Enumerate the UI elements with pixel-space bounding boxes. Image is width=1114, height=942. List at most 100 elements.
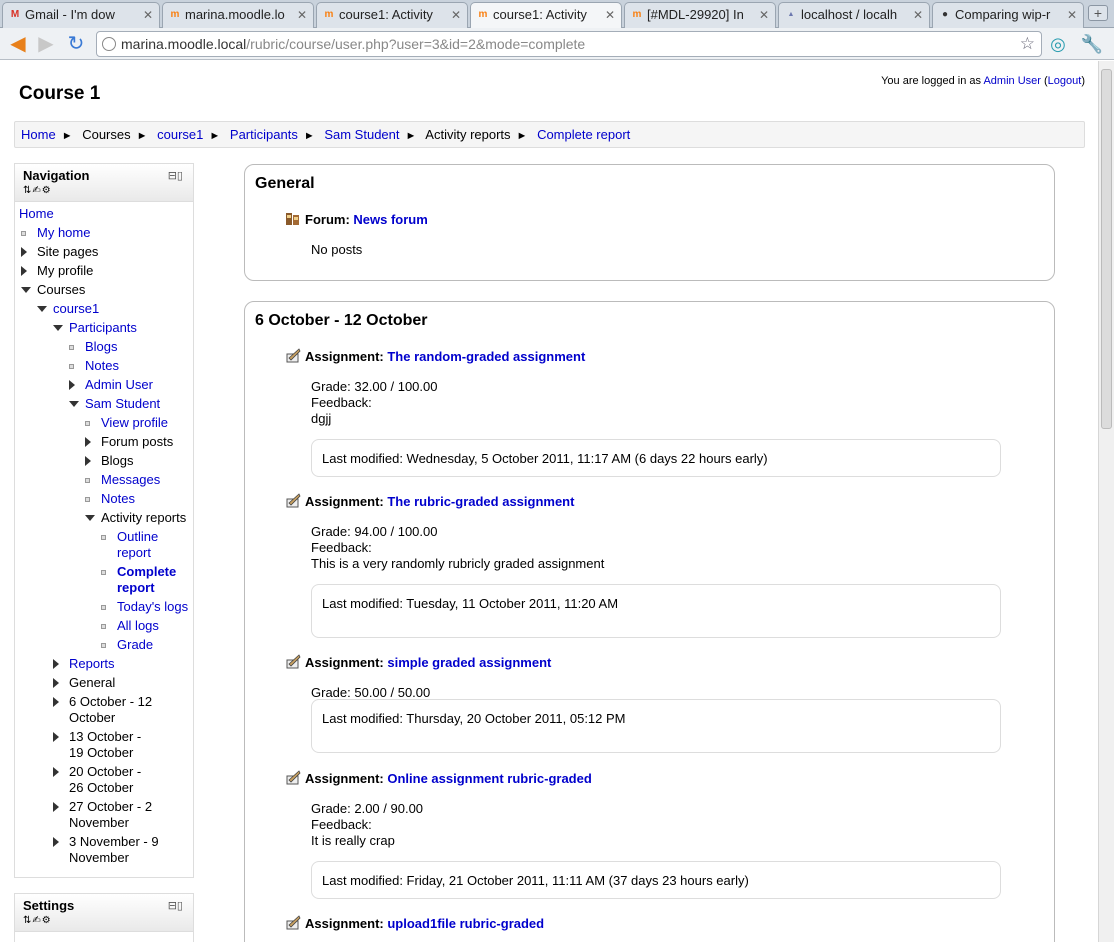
wrench-icon[interactable]: 🔧 (1080, 32, 1104, 56)
browser-tab[interactable]: ● Comparing wip-r ✕ (932, 2, 1084, 28)
activity-link[interactable]: News forum (353, 212, 427, 227)
close-icon[interactable]: ✕ (913, 3, 923, 27)
nav-item[interactable]: Notes (19, 358, 193, 374)
breadcrumb-participants[interactable]: Participants (230, 127, 298, 142)
forward-arrow-icon[interactable]: ▶ (34, 32, 58, 56)
last-modified-box: Last modified: Wednesday, 5 October 2011… (311, 439, 1001, 477)
close-icon[interactable]: ✕ (1067, 3, 1077, 27)
nav-item[interactable]: My home (19, 225, 193, 241)
tab-title: Gmail - I'm dow (25, 7, 115, 22)
bullet-icon (101, 624, 106, 629)
block-collapse-icon[interactable]: ⊟▯ (168, 899, 183, 912)
close-icon[interactable]: ✕ (605, 3, 615, 27)
nav-item[interactable]: Blogs (19, 453, 193, 469)
nav-item-label: 27 October - 2 November (69, 799, 153, 830)
tree-expanded-icon (69, 401, 79, 407)
activity-link[interactable]: simple graded assignment (387, 655, 551, 670)
nav-item[interactable]: Complete report (19, 564, 193, 596)
back-arrow-icon[interactable]: ◀ (6, 32, 30, 56)
page-viewport: You are logged in as Admin User (Logout)… (0, 61, 1098, 942)
nav-item[interactable]: Reports (19, 656, 193, 672)
activity-link[interactable]: upload1file rubric-graded (387, 916, 544, 931)
nav-item[interactable]: Outline report (19, 529, 193, 561)
nav-item-label: Today's logs (117, 599, 189, 614)
reload-icon[interactable]: ↻ (64, 32, 88, 56)
breadcrumb-course1[interactable]: course1 (157, 127, 203, 142)
nav-item[interactable]: Messages (19, 472, 193, 488)
block-move-icons[interactable]: ⇅✍⚙ (23, 915, 185, 926)
nav-item[interactable]: Courses (19, 282, 193, 298)
breadcrumb-complete-report[interactable]: Complete report (537, 127, 630, 142)
close-icon[interactable]: ✕ (297, 3, 307, 27)
nav-item[interactable]: Sam Student (19, 396, 193, 412)
address-bar[interactable]: marina.moodle.local/rubric/course/user.p… (96, 31, 1042, 57)
nav-item[interactable]: 27 October - 2 November (19, 799, 193, 831)
forum-icon (285, 211, 301, 227)
browser-tab[interactable]: m [#MDL-29920] In ✕ (624, 2, 776, 28)
nav-item[interactable]: Notes (19, 491, 193, 507)
bullet-icon (69, 364, 74, 369)
nav-item[interactable]: My profile (19, 263, 193, 279)
nav-item[interactable]: Forum posts (19, 434, 193, 450)
nav-item[interactable]: Blogs (19, 339, 193, 355)
assignment-icon (285, 493, 301, 509)
tree-collapsed-icon (53, 659, 59, 669)
browser-tab[interactable]: m marina.moodle.lo ✕ (162, 2, 314, 28)
user-link[interactable]: Admin User (983, 75, 1040, 87)
activity-link[interactable]: The random-graded assignment (387, 349, 585, 364)
tree-collapsed-icon (53, 732, 59, 742)
browser-tab-active[interactable]: m course1: Activity ✕ (470, 2, 622, 28)
bullet-icon (101, 570, 106, 575)
nav-item[interactable]: 20 October - 26 October (19, 764, 193, 796)
browser-tab[interactable]: ▲ localhost / localh ✕ (778, 2, 930, 28)
activity-link[interactable]: The rubric-graded assignment (387, 494, 574, 509)
url-host: marina.moodle.local (121, 36, 247, 52)
breadcrumb-home[interactable]: Home (21, 127, 56, 142)
block-collapse-icon[interactable]: ⊟▯ (168, 169, 183, 182)
nav-item[interactable]: Admin User (19, 377, 193, 393)
tree-expanded-icon (53, 325, 63, 331)
nav-item[interactable]: Participants (19, 320, 193, 336)
breadcrumb-separator: ► (136, 130, 148, 142)
nav-item-label: Sam Student (85, 396, 161, 411)
close-icon[interactable]: ✕ (759, 3, 769, 27)
nav-item[interactable]: Today's logs (19, 599, 193, 615)
close-icon[interactable]: ✕ (143, 3, 153, 27)
nav-item[interactable]: Home (19, 206, 193, 222)
assignment-icon (285, 654, 301, 670)
browser-tab[interactable]: M Gmail - I'm dow ✕ (2, 2, 160, 28)
navigation-tree: Home My home Site pages My profile Courses co… (15, 202, 193, 866)
breadcrumb-sam-student[interactable]: Sam Student (324, 127, 399, 142)
extension-icon[interactable]: ◎ (1046, 32, 1070, 56)
tree-expanded-icon (37, 306, 47, 312)
nav-item[interactable]: 3 November - 9 November (19, 834, 193, 866)
moodle-tracker-icon: m (632, 9, 642, 20)
vertical-scrollbar[interactable] (1098, 61, 1114, 942)
activity-assignment: Assignment: upload1file rubric-graded (285, 915, 544, 931)
nav-item[interactable]: All logs (19, 618, 193, 634)
nav-item-label: Notes (85, 358, 119, 373)
activity-link[interactable]: Online assignment rubric-graded (387, 771, 591, 786)
tree-expanded-icon (85, 515, 95, 521)
nav-item-label: Blogs (85, 339, 118, 354)
scrollbar-thumb[interactable] (1101, 69, 1112, 429)
logout-link[interactable]: Logout (1048, 75, 1082, 87)
browser-tab[interactable]: m course1: Activity ✕ (316, 2, 468, 28)
section-title: General (255, 175, 315, 192)
close-icon[interactable]: ✕ (451, 3, 461, 27)
nav-item[interactable]: View profile (19, 415, 193, 431)
new-tab-button[interactable]: + (1088, 5, 1108, 21)
nav-item[interactable]: Activity reports (19, 510, 193, 526)
nav-item[interactable]: 13 October - 19 October (19, 729, 193, 761)
nav-item-label: Outline report (117, 529, 159, 560)
nav-item[interactable]: Grade (19, 637, 193, 653)
nav-item[interactable]: Site pages (19, 244, 193, 260)
bookmark-star-icon[interactable]: ☆ (1020, 32, 1035, 56)
nav-item-label: General (69, 675, 116, 690)
nav-item[interactable]: course1 (19, 301, 193, 317)
block-move-icons[interactable]: ⇅✍⚙ (23, 185, 185, 196)
nav-item-label: My profile (37, 263, 94, 278)
nav-item[interactable]: General (19, 675, 193, 691)
settings-block: Settings ⊟▯ ⇅✍⚙ (14, 893, 194, 942)
nav-item[interactable]: 6 October - 12 October (19, 694, 193, 726)
